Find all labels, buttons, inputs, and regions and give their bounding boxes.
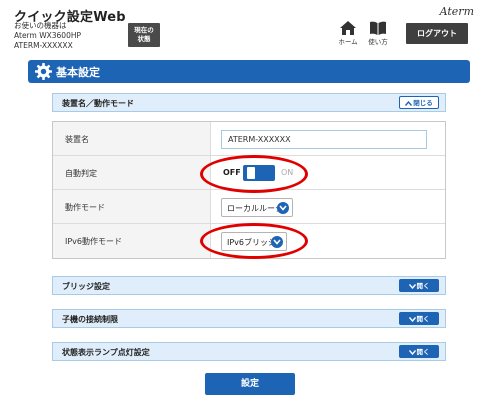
submit-button[interactable]: 設定	[205, 373, 295, 395]
ipv6-mode-label: IPv6動作モード	[65, 237, 123, 246]
close-toggle-label: 閉じる	[413, 99, 433, 107]
table-row: 動作モード ローカルルータ	[53, 190, 445, 224]
chevron-down-icon	[408, 283, 416, 289]
highlight-ring-auto-detect	[200, 155, 308, 193]
mode-select[interactable]: ローカルルータ	[221, 198, 293, 217]
open-toggle-label: 開く	[416, 348, 430, 356]
section-title-bar: 基本設定	[28, 60, 470, 83]
header: クイック設定Web お使いの機器は Aterm WX3600HP ATERM-X…	[0, 0, 500, 58]
brand-logo: Aterm	[439, 5, 474, 18]
device-name: ATERM-XXXXXX	[14, 41, 73, 50]
open-toggle-label: 開く	[416, 282, 430, 290]
open-toggle-label: 開く	[416, 315, 430, 323]
section-title: 基本設定	[56, 66, 100, 79]
chevron-up-icon	[405, 100, 413, 106]
mode-label: 動作モード	[65, 203, 105, 212]
manual-link[interactable]: 使い方	[366, 21, 390, 46]
panel-lamp-label: 状態表示ランプ点灯設定	[62, 348, 150, 357]
close-toggle-button[interactable]: 閉じる	[399, 96, 439, 109]
book-icon	[370, 21, 386, 35]
panel-client-limit-header[interactable]: 子機の接続制限 開く	[52, 309, 446, 328]
chevron-down-icon	[408, 349, 416, 355]
panel-bridge-label: ブリッジ設定	[62, 282, 110, 291]
gear-icon	[35, 63, 52, 80]
mode-select-value: ローカルルータ	[227, 204, 283, 213]
chevron-down-icon	[408, 316, 416, 322]
auto-detect-label: 自動判定	[65, 169, 97, 178]
status-button-line2: 状態	[137, 35, 151, 43]
manual-label: 使い方	[368, 38, 388, 46]
logout-button[interactable]: ログアウト	[406, 23, 468, 44]
table-row: 装置名 ATERM-XXXXXX	[53, 122, 445, 156]
current-status-button[interactable]: 現在の 状態	[128, 23, 160, 47]
device-name-label: 装置名	[65, 135, 89, 144]
panel-device-mode-label: 装置名／動作モード	[62, 99, 134, 108]
status-button-line1: 現在の	[134, 26, 154, 34]
panel-client-limit-label: 子機の接続制限	[62, 315, 118, 324]
home-label: ホーム	[338, 38, 358, 46]
chevron-down-icon	[277, 202, 289, 214]
device-name-input[interactable]: ATERM-XXXXXX	[221, 130, 427, 149]
highlight-ring-ipv6-mode	[200, 223, 308, 259]
panel-lamp-header[interactable]: 状態表示ランプ点灯設定 開く	[52, 342, 446, 361]
device-info: お使いの機器は Aterm WX3600HP ATERM-XXXXXX	[14, 21, 81, 51]
panel-device-mode-header[interactable]: 装置名／動作モード 閉じる	[52, 93, 446, 112]
panel-bridge-header[interactable]: ブリッジ設定 開く	[52, 276, 446, 295]
device-model: Aterm WX3600HP	[14, 31, 81, 40]
open-toggle-button[interactable]: 開く	[399, 279, 439, 292]
device-info-line: お使いの機器は	[14, 21, 67, 30]
open-toggle-button[interactable]: 開く	[399, 345, 439, 358]
open-toggle-button[interactable]: 開く	[399, 312, 439, 325]
home-icon	[340, 21, 356, 35]
home-link[interactable]: ホーム	[336, 21, 360, 46]
